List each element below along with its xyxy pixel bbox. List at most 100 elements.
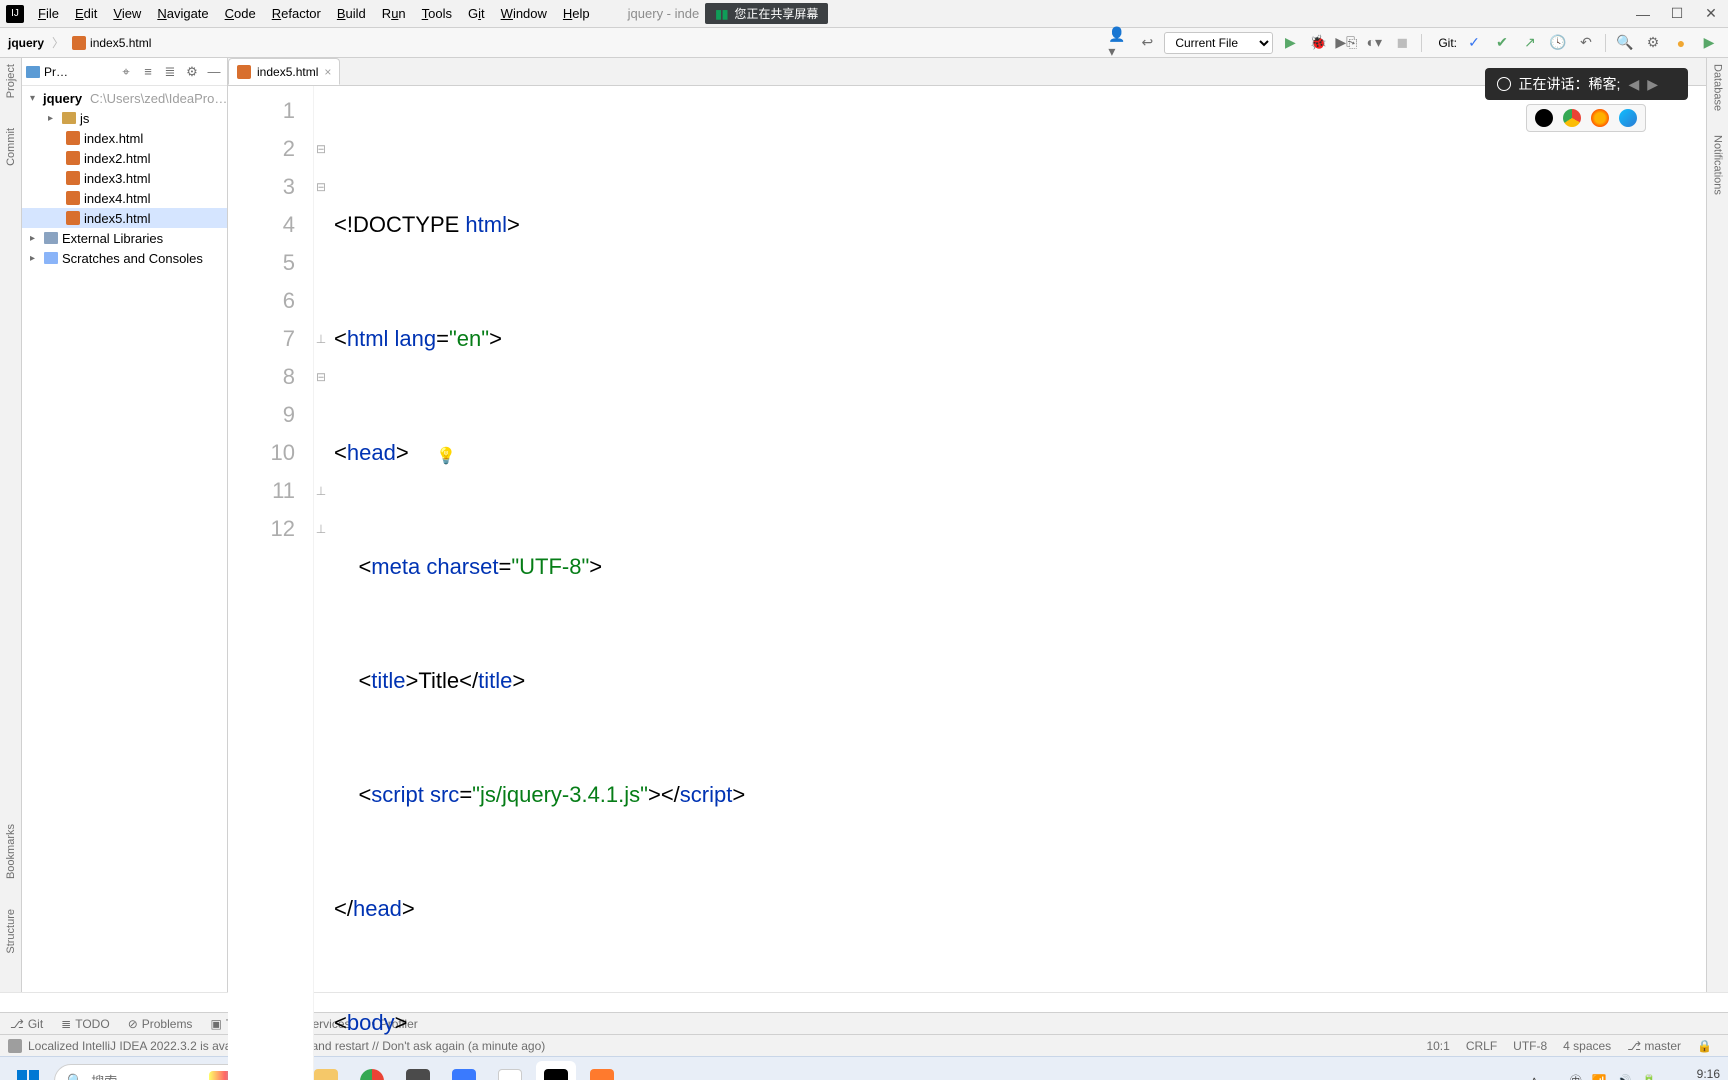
library-icon [44, 232, 58, 244]
select-opened-file-icon[interactable]: ⌖ [117, 64, 135, 80]
menu-git[interactable]: Git [460, 6, 493, 21]
menu-run[interactable]: Run [374, 6, 414, 21]
chevron-down-icon[interactable]: ▾ [30, 93, 35, 104]
window-title: jquery - inde [628, 6, 700, 21]
menu-code[interactable]: Code [217, 6, 264, 21]
git-update-icon[interactable]: ✓ [1463, 32, 1485, 54]
status-message-icon[interactable] [8, 1039, 22, 1053]
window-maximize-button[interactable]: ☐ [1660, 5, 1694, 22]
tree-file[interactable]: index3.html [22, 168, 227, 188]
app-logo-icon: IJ [6, 5, 24, 23]
folder-icon [26, 66, 40, 78]
breadcrumb-file[interactable]: index5.html [72, 36, 151, 50]
folder-icon [62, 112, 76, 124]
scratches-icon [44, 252, 58, 264]
tree-file-selected[interactable]: index5.html [22, 208, 227, 228]
chevron-right-icon[interactable]: ▸ [48, 113, 58, 124]
breadcrumb-project[interactable]: jquery [8, 36, 44, 50]
html-file-icon [66, 171, 80, 185]
windows-logo-icon [17, 1070, 39, 1080]
tool-problems-tab[interactable]: ⊘ Problems [128, 1017, 193, 1031]
editor-tab-active[interactable]: index5.html × [228, 58, 340, 85]
html-file-icon [237, 65, 251, 79]
close-tab-icon[interactable]: × [324, 65, 331, 79]
profile-button[interactable]: ◐▾ [1363, 32, 1385, 54]
tree-external-libraries[interactable]: ▸ External Libraries [22, 228, 227, 248]
run-button[interactable]: ▶ [1279, 32, 1301, 54]
intention-bulb-icon[interactable]: 💡 [436, 438, 456, 476]
search-placeholder: 搜索 [91, 1071, 117, 1080]
debug-button[interactable]: 🐞 [1307, 32, 1329, 54]
project-tree[interactable]: ▾ jquery C:\Users\zed\IdeaPro… ▸ js inde… [22, 86, 227, 270]
stop-button[interactable]: ◼ [1391, 32, 1413, 54]
tool-notifications-tab[interactable]: Notifications [1712, 135, 1724, 195]
navigation-toolbar: jquery 〉 index5.html 👤▾ ↩ Current File ▶… [0, 28, 1728, 58]
settings-gear-icon[interactable]: ⚙ [1642, 32, 1664, 54]
start-button[interactable] [8, 1061, 48, 1080]
tree-root-path: C:\Users\zed\IdeaPro… [90, 91, 227, 106]
menu-tools[interactable]: Tools [414, 6, 460, 21]
menu-view[interactable]: View [105, 6, 149, 21]
tree-folder-label: js [80, 111, 89, 126]
run-config-selector[interactable]: Current File [1164, 32, 1273, 54]
toolbar-divider-2 [1605, 34, 1606, 52]
menu-refactor[interactable]: Refactor [264, 6, 329, 21]
tree-root[interactable]: ▾ jquery C:\Users\zed\IdeaPro… [22, 88, 227, 108]
tree-file[interactable]: index4.html [22, 188, 227, 208]
coverage-button[interactable]: ▶⎘ [1335, 32, 1357, 54]
tool-structure-tab[interactable]: Structure [5, 909, 17, 954]
tree-file-label: index2.html [84, 151, 150, 166]
screen-share-pill[interactable]: ▮▮ 您正在共享屏幕 [705, 3, 828, 24]
project-panel-header: Pr… ⌖ ≡ ≣ ⚙ — [22, 58, 227, 86]
html-file-icon [66, 131, 80, 145]
tool-todo-tab[interactable]: ≣ TODO [61, 1017, 110, 1031]
tool-bookmarks-tab[interactable]: Bookmarks [5, 824, 17, 879]
menu-navigate[interactable]: Navigate [149, 6, 216, 21]
git-push-icon[interactable]: ↗ [1519, 32, 1541, 54]
add-user-icon[interactable]: 👤▾ [1108, 32, 1130, 54]
html-file-icon [66, 191, 80, 205]
collapse-all-icon[interactable]: ≣ [161, 64, 179, 80]
menu-build[interactable]: Build [329, 6, 374, 21]
search-everywhere-icon[interactable]: 🔍 [1614, 32, 1636, 54]
project-tool-window: Pr… ⌖ ≡ ≣ ⚙ — ▾ jquery C:\Users\zed\Idea… [22, 58, 228, 992]
expand-all-icon[interactable]: ≡ [139, 64, 157, 79]
fold-gutter[interactable]: ⊟⊟⊥⊟⊥⊥ [314, 86, 328, 1080]
html-file-icon [72, 36, 86, 50]
tool-git-tab[interactable]: ⎇ Git [10, 1017, 43, 1031]
main-menubar: IJ FFileile Edit View Navigate Code Refa… [0, 0, 1728, 28]
git-rollback-icon[interactable]: ↶ [1575, 32, 1597, 54]
run-anything-icon[interactable]: ▶ [1698, 32, 1720, 54]
tree-file-label: index4.html [84, 191, 150, 206]
code-content[interactable]: 💡 <!DOCTYPE html> <html lang="en"> <head… [328, 86, 1706, 1080]
git-commit-icon[interactable]: ✔ [1491, 32, 1513, 54]
tree-folder-js[interactable]: ▸ js [22, 108, 227, 128]
html-file-icon [66, 211, 80, 225]
tool-project-tab[interactable]: Project [5, 64, 17, 98]
menu-file[interactable]: FFileile [30, 6, 67, 21]
tree-root-label: jquery [43, 91, 82, 106]
menu-edit[interactable]: Edit [67, 6, 105, 21]
git-history-icon[interactable]: 🕓 [1547, 32, 1569, 54]
panel-hide-icon[interactable]: — [205, 64, 223, 79]
tree-scratches[interactable]: ▸ Scratches and Consoles [22, 248, 227, 268]
menu-window[interactable]: Window [493, 6, 555, 21]
chevron-right-icon[interactable]: ▸ [30, 253, 40, 264]
tree-item-label: Scratches and Consoles [62, 251, 203, 266]
window-minimize-button[interactable]: — [1626, 6, 1660, 22]
panel-settings-icon[interactable]: ⚙ [183, 64, 201, 80]
tool-database-tab[interactable]: Database [1712, 64, 1724, 111]
editor-area: index5.html × 正在讲话：稀客; ◀ ▶ 123 456 789 1… [228, 58, 1706, 992]
ide-update-icon[interactable]: ● [1670, 32, 1692, 54]
tree-file[interactable]: index.html [22, 128, 227, 148]
code-editor[interactable]: 123 456 789 101112 ⊟⊟⊥⊟⊥⊥ 💡 <!DOCTYPE ht… [228, 86, 1706, 1080]
chevron-right-icon[interactable]: ▸ [30, 233, 40, 244]
git-label: Git: [1438, 36, 1457, 50]
build-hammer-icon[interactable]: ↩ [1136, 32, 1158, 54]
screen-share-label: 您正在共享屏幕 [734, 5, 818, 22]
menu-help[interactable]: Help [555, 6, 598, 21]
window-close-button[interactable]: ✕ [1694, 5, 1728, 22]
tree-file[interactable]: index2.html [22, 148, 227, 168]
tool-commit-tab[interactable]: Commit [5, 128, 17, 166]
taskbar-search[interactable]: 🔍 搜索 [54, 1064, 254, 1080]
